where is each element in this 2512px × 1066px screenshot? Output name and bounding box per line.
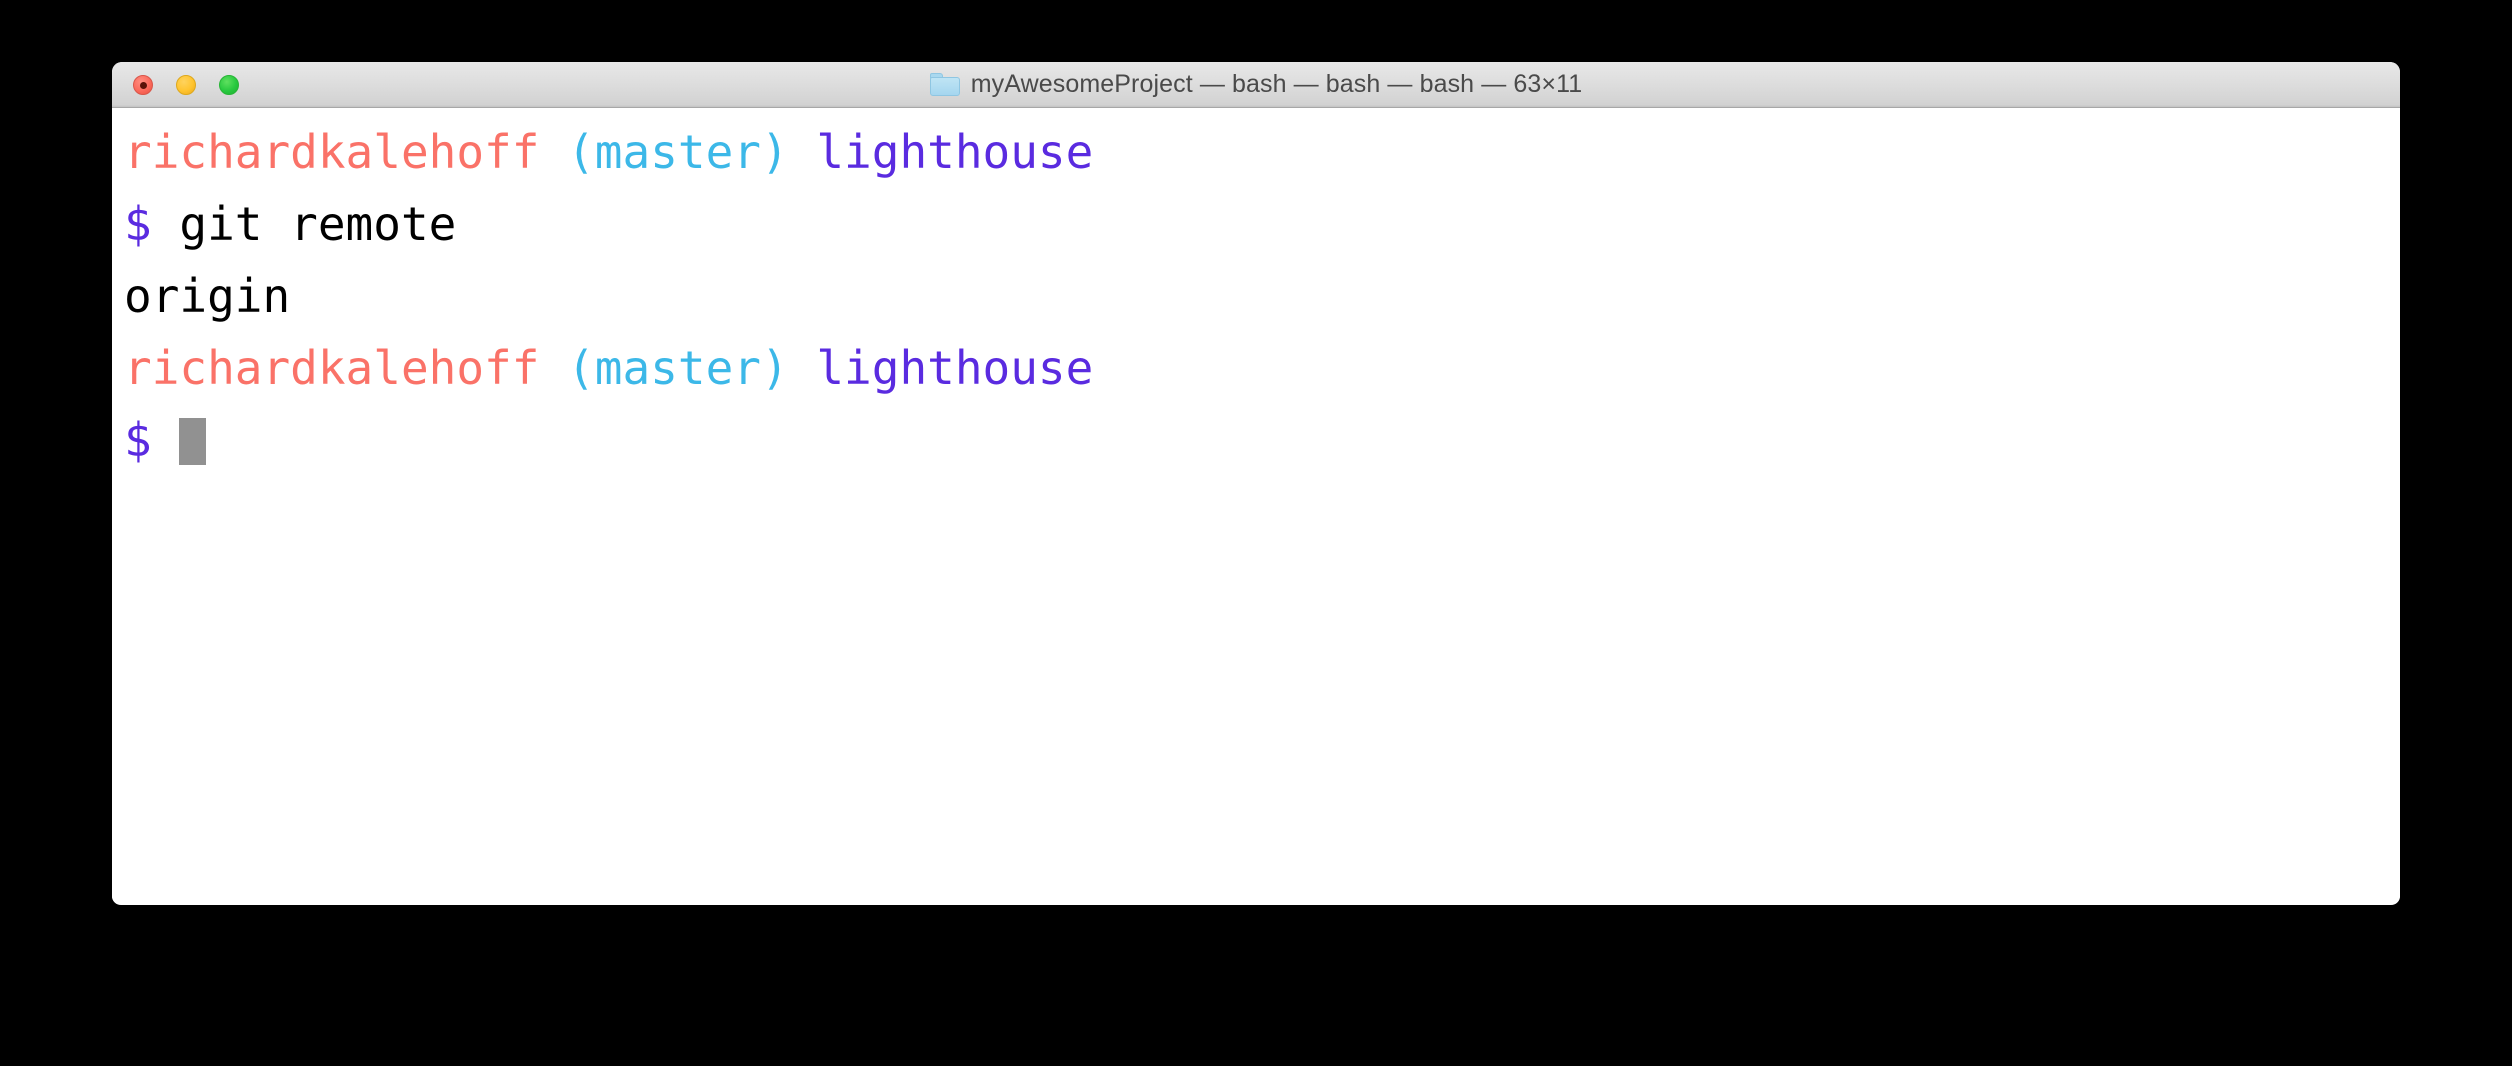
terminal-line: $ [112,404,2400,476]
terminal-text-branch: (master) [567,125,817,179]
terminal-text-command: git remote [179,197,457,251]
terminal-text-directory: lighthouse [816,125,1094,179]
terminal-text-branch: (master) [567,341,817,395]
terminal-line: origin [112,260,2400,332]
close-button[interactable] [133,75,153,95]
terminal-line: richardkalehoff (master) lighthouse [112,332,2400,404]
terminal-line: $ git remote [112,188,2400,260]
terminal-text-username: richardkalehoff [124,125,568,179]
maximize-button[interactable] [219,75,239,95]
terminal-window: myAwesomeProject — bash — bash — bash — … [112,62,2400,905]
minimize-button[interactable] [176,75,196,95]
terminal-line: richardkalehoff (master) lighthouse [112,116,2400,188]
terminal-output-area[interactable]: richardkalehoff (master) lighthouse $ git… [112,108,2400,904]
desktop-background: myAwesomeProject — bash — bash — bash — … [0,0,2512,1066]
terminal-text-prompt: $ [124,197,180,251]
window-controls [133,62,239,108]
terminal-text-directory: lighthouse [816,341,1094,395]
terminal-text-prompt: $ [124,413,180,467]
window-title-text: myAwesomeProject — bash — bash — bash — … [970,70,1583,98]
terminal-text-output: origin [124,269,291,323]
folder-icon [929,73,960,96]
window-title-bar[interactable]: myAwesomeProject — bash — bash — bash — … [112,62,2400,108]
text-cursor [179,417,207,465]
window-title-group: myAwesomeProject — bash — bash — bash — … [929,70,1583,99]
terminal-text-username: richardkalehoff [124,341,568,395]
